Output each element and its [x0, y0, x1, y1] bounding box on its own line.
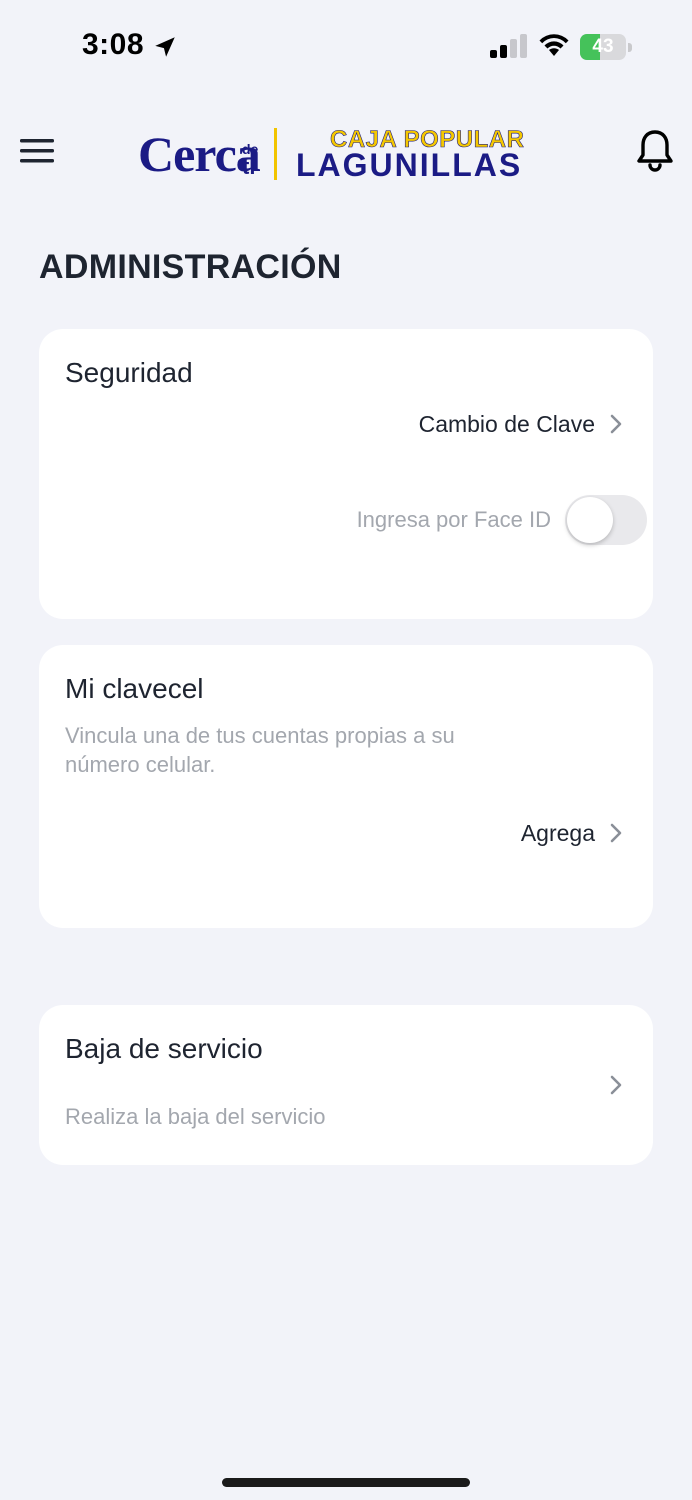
unsubscribe-card[interactable]: Baja de servicio Realiza la baja del ser… [39, 1005, 653, 1165]
clavecel-description: Vincula una de tus cuentas propias a su … [65, 723, 455, 777]
clavecel-card: Mi clavecel Vincula una de tus cuentas p… [39, 645, 653, 928]
add-clavecel-link[interactable]: Agrega [521, 815, 623, 851]
wifi-icon [539, 34, 569, 56]
toggle-knob [567, 497, 613, 543]
face-id-label: Ingresa por Face ID [356, 507, 551, 532]
logo-line2: LAGUNILLAS [296, 147, 523, 183]
status-bar: 3:08 43 [0, 0, 692, 92]
cellular-signal-icon [490, 34, 527, 58]
battery-body: 43 [580, 34, 626, 60]
screen: 3:08 43 Cerca de ti CAJA POPULAR LAGUNIL… [0, 0, 692, 1500]
battery-cap [628, 43, 632, 52]
home-indicator[interactable] [222, 1478, 470, 1487]
security-title: Seguridad [65, 357, 193, 388]
hamburger-menu-icon[interactable] [20, 138, 54, 164]
change-password-label: Cambio de Clave [418, 410, 595, 437]
unsubscribe-title: Baja de servicio [65, 1033, 263, 1064]
add-clavecel-label: Agrega [520, 819, 595, 846]
location-arrow-icon [155, 37, 175, 57]
logo-divider [274, 128, 277, 180]
security-card: Seguridad Cambio de Clave Ingresa por Fa… [39, 329, 653, 619]
change-password-link[interactable]: Cambio de Clave [419, 406, 623, 442]
face-id-toggle[interactable] [565, 495, 647, 545]
chevron-right-icon [610, 414, 622, 434]
face-id-row: Ingresa por Face ID [357, 495, 647, 545]
battery-percent: 43 [592, 36, 614, 57]
bell-icon[interactable] [636, 128, 674, 174]
clavecel-title: Mi clavecel [65, 673, 204, 704]
page-title: ADMINISTRACIÓN [39, 248, 342, 286]
battery-indicator: 43 [580, 34, 632, 60]
logo-small-ti: ti [242, 154, 256, 179]
unsubscribe-description: Realiza la baja del servicio [65, 1104, 326, 1129]
brand-logo: Cerca de ti CAJA POPULAR LAGUNILLAS [138, 122, 558, 186]
chevron-right-icon [610, 1075, 622, 1095]
chevron-right-icon [610, 823, 622, 843]
status-time: 3:08 [82, 28, 145, 61]
